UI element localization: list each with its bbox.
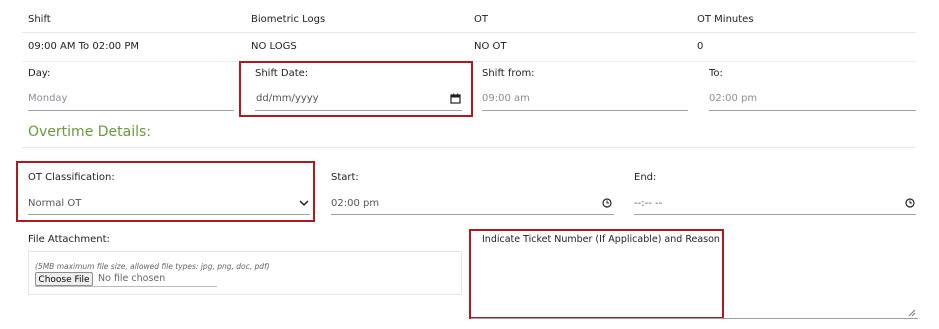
shift-from-label: Shift from: <box>482 68 535 79</box>
clock-icon[interactable] <box>602 198 612 208</box>
shift-date-placeholder: dd/mm/yyyy <box>256 93 319 104</box>
ot-classification-value: Normal OT <box>28 198 82 209</box>
choose-file-button[interactable]: Choose File <box>35 272 93 286</box>
ot-classification-select[interactable]: Normal OT <box>28 194 310 214</box>
reason-underline <box>471 318 918 319</box>
th-ot-minutes: OT Minutes <box>697 14 754 25</box>
shift-date-label: Shift Date: <box>255 68 309 79</box>
chevron-down-icon[interactable] <box>299 199 309 207</box>
section-divider <box>22 147 916 148</box>
th-ot: OT <box>474 14 488 25</box>
td-ot: NO OT <box>474 41 507 52</box>
ot-classification-label: OT Classification: <box>28 172 115 183</box>
end-label: End: <box>634 172 657 183</box>
end-underline <box>634 214 916 215</box>
file-attachment-hint: (5MB maximum file size, allowed file typ… <box>35 262 270 271</box>
shift-date-input[interactable]: dd/mm/yyyy <box>255 90 462 110</box>
td-biometric-logs: NO LOGS <box>251 41 297 52</box>
file-attachment-box <box>28 251 462 295</box>
shift-from-underline <box>482 110 688 111</box>
shift-date-underline <box>255 110 462 111</box>
file-attachment-label: File Attachment: <box>28 234 110 245</box>
table-row <box>22 33 916 62</box>
start-label: Start: <box>331 172 359 183</box>
end-time-value: --:-- -- <box>634 198 663 209</box>
th-biometric-logs: Biometric Logs <box>251 14 326 25</box>
clock-icon[interactable] <box>905 198 915 208</box>
td-shift: 09:00 AM To 02:00 PM <box>28 41 140 52</box>
day-underline <box>28 110 234 111</box>
file-status: No file chosen <box>98 273 166 284</box>
shift-from-field: 09:00 am <box>482 93 530 104</box>
ot-classification-underline <box>28 214 310 215</box>
start-underline <box>331 214 614 215</box>
start-time-value: 02:00 pm <box>331 198 380 209</box>
shift-to-field: 02:00 pm <box>709 93 758 104</box>
th-shift: Shift <box>28 14 51 25</box>
shift-to-label: To: <box>709 68 723 79</box>
calendar-icon[interactable] <box>450 93 461 104</box>
end-time-input[interactable]: --:-- -- <box>634 194 916 214</box>
start-time-input[interactable]: 02:00 pm <box>331 194 614 214</box>
overtime-details-title: Overtime Details: <box>28 124 152 140</box>
reason-label: Indicate Ticket Number (If Applicable) a… <box>482 234 720 245</box>
file-underline <box>35 286 217 287</box>
resize-grip-icon[interactable] <box>908 309 916 317</box>
shift-to-underline <box>709 110 916 111</box>
reason-textarea[interactable]: Indicate Ticket Number (If Applicable) a… <box>471 231 918 319</box>
day-label: Day: <box>28 68 51 79</box>
td-ot-minutes: 0 <box>697 41 704 52</box>
day-field: Monday <box>28 93 68 104</box>
